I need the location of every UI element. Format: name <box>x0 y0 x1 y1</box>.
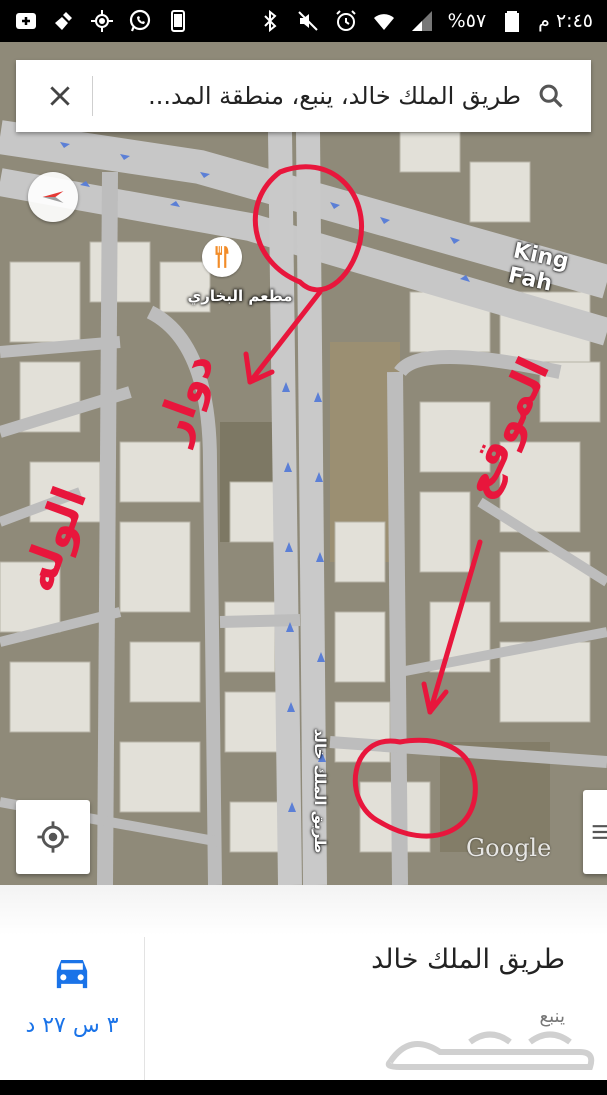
close-search-button[interactable] <box>34 70 86 122</box>
phone-icon <box>166 9 190 33</box>
google-logo: Google <box>466 834 552 862</box>
search-divider <box>92 76 93 116</box>
restaurant-poi-marker[interactable] <box>202 237 242 277</box>
directions-button[interactable]: ٣ س ٢٧ د <box>0 937 145 1080</box>
status-time: ٢:٤٥ م <box>538 10 593 32</box>
search-bar[interactable]: طريق الملك خالد، ينبع، منطقة المد... <box>16 60 591 132</box>
compass-button[interactable] <box>28 172 78 222</box>
gps-icon <box>90 9 114 33</box>
close-icon <box>50 86 70 106</box>
place-title: طريق الملك خالد <box>371 944 565 975</box>
whatsapp-icon <box>128 9 152 33</box>
crosshair-icon <box>37 821 69 853</box>
search-icon <box>539 84 563 108</box>
plus-icon <box>14 9 38 33</box>
search-button[interactable] <box>529 74 573 118</box>
satellite-map[interactable]: دوار الوله الموقع طريق الملك خالد King F… <box>0 42 607 885</box>
battery-percent: ٥٧% <box>447 10 487 32</box>
sheet-header-shade <box>0 885 607 935</box>
haraj-logo <box>385 1031 595 1070</box>
menu-icon <box>592 825 607 839</box>
wifi-icon <box>372 9 396 33</box>
compass-icon <box>42 191 64 203</box>
menu-button[interactable] <box>583 790 607 874</box>
search-query[interactable]: طريق الملك خالد، ينبع، منطقة المد... <box>103 82 521 110</box>
alarm-icon <box>334 9 358 33</box>
signal-icon <box>410 9 434 33</box>
travel-time: ٣ س ٢٧ د <box>25 1013 119 1038</box>
cleaner-icon <box>52 9 76 33</box>
mute-icon <box>296 9 320 33</box>
haraj-watermark <box>380 1022 600 1095</box>
bluetooth-icon <box>258 9 282 33</box>
fork-knife-icon <box>215 246 229 268</box>
status-bar: ٥٧% ٢:٤٥ م <box>0 0 607 42</box>
car-icon <box>56 960 88 989</box>
poi-label: مطعم البخاري <box>187 287 293 305</box>
status-left-icons <box>14 9 190 33</box>
my-location-button[interactable] <box>16 800 90 874</box>
status-right-icons: ٥٧% ٢:٤٥ م <box>258 9 593 33</box>
battery-icon <box>500 9 524 33</box>
road-label-vertical: طريق الملك خالد <box>311 728 329 854</box>
